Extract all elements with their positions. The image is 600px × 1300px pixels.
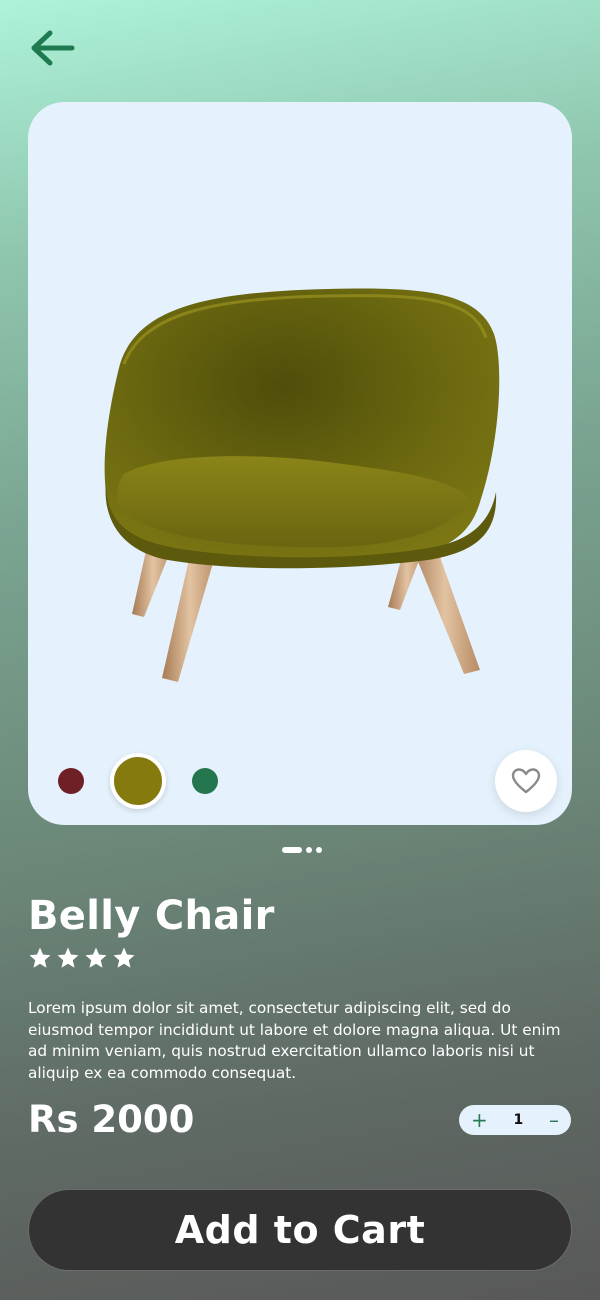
back-button[interactable] xyxy=(26,26,78,70)
quantity-stepper: + 1 – xyxy=(459,1105,571,1135)
add-to-cart-label: Add to Cart xyxy=(174,1208,426,1252)
rating-stars xyxy=(28,946,136,970)
carousel-dot-active[interactable] xyxy=(282,847,302,853)
quantity-value: 1 xyxy=(513,1112,524,1128)
add-to-cart-button[interactable]: Add to Cart xyxy=(28,1189,572,1271)
star-icon xyxy=(57,947,79,968)
color-swatch-olive-selected[interactable] xyxy=(110,753,166,809)
product-description: Lorem ipsum dolor sit amet, consectetur … xyxy=(28,999,561,1082)
heart-icon xyxy=(511,768,541,794)
star-icon xyxy=(29,947,51,968)
decrease-quantity-button[interactable]: – xyxy=(549,1110,559,1130)
carousel-dot[interactable] xyxy=(316,847,322,853)
increase-quantity-button[interactable]: + xyxy=(471,1110,488,1130)
carousel-dot[interactable] xyxy=(306,847,312,853)
favorite-button[interactable] xyxy=(495,750,557,812)
star-icon xyxy=(85,947,107,968)
product-price: Rs 2000 xyxy=(28,1098,195,1141)
product-image xyxy=(104,288,500,682)
product-title: Belly Chair xyxy=(28,893,275,939)
carousel-indicator xyxy=(282,847,322,853)
star-icon xyxy=(113,947,135,968)
color-swatch-green[interactable] xyxy=(192,768,218,794)
color-swatch-red[interactable] xyxy=(58,768,84,794)
arrow-left-icon xyxy=(31,30,75,66)
product-image-card xyxy=(28,102,572,825)
